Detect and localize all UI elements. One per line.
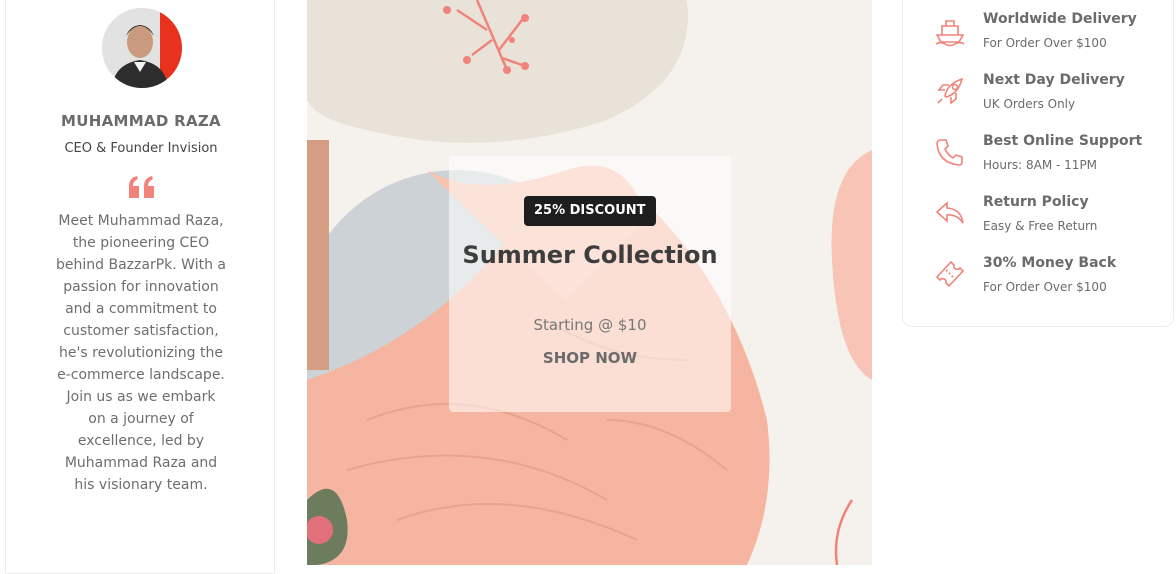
feature-desc: Hours: 8AM - 11PM [983, 158, 1098, 172]
feature-return-policy: Return Policy Easy & Free Return [933, 194, 1173, 244]
ticket-icon [933, 257, 967, 291]
phone-icon [933, 135, 967, 169]
quote-icon [127, 176, 157, 198]
discount-badge: 25% DISCOUNT [524, 196, 656, 226]
feature-title: 30% Money Back [983, 255, 1117, 271]
promo-title: Summer Collection [462, 241, 718, 269]
feature-desc: Easy & Free Return [983, 219, 1098, 233]
feature-title: Best Online Support [983, 133, 1143, 149]
feature-title: Worldwide Delivery [983, 11, 1137, 27]
profile-bio: Meet Muhammad Raza, the pioneering CEO b… [56, 213, 226, 493]
avatar [102, 8, 182, 88]
promo-box: 25% DISCOUNT Summer Collection Starting … [449, 156, 731, 412]
feature-title: Return Policy [983, 194, 1089, 210]
feature-desc: UK Orders Only [983, 97, 1076, 111]
services-card: Worldwide Delivery For Order Over $100 N… [902, 0, 1174, 327]
ship-icon [933, 13, 967, 47]
feature-title: Next Day Delivery [983, 72, 1125, 88]
feature-desc: For Order Over $100 [983, 280, 1107, 294]
feature-desc: For Order Over $100 [983, 36, 1107, 50]
testimonial-card: MUHAMMAD RAZA CEO & Founder Invision Mee… [5, 0, 275, 574]
rocket-icon [933, 74, 967, 108]
feature-next-day-delivery: Next Day Delivery UK Orders Only [933, 72, 1173, 122]
profile-name: MUHAMMAD RAZA [61, 112, 221, 130]
shop-now-link[interactable]: SHOP NOW [449, 349, 731, 367]
return-arrow-icon [933, 196, 967, 230]
feature-online-support: Best Online Support Hours: 8AM - 11PM [933, 133, 1173, 183]
feature-worldwide-delivery: Worldwide Delivery For Order Over $100 [933, 11, 1173, 61]
feature-money-back: 30% Money Back For Order Over $100 [933, 255, 1173, 305]
promo-banner[interactable]: 25% DISCOUNT Summer Collection Starting … [307, 0, 872, 565]
profile-role: CEO & Founder Invision [64, 141, 218, 156]
promo-subtitle: Starting @ $10 [533, 316, 647, 334]
